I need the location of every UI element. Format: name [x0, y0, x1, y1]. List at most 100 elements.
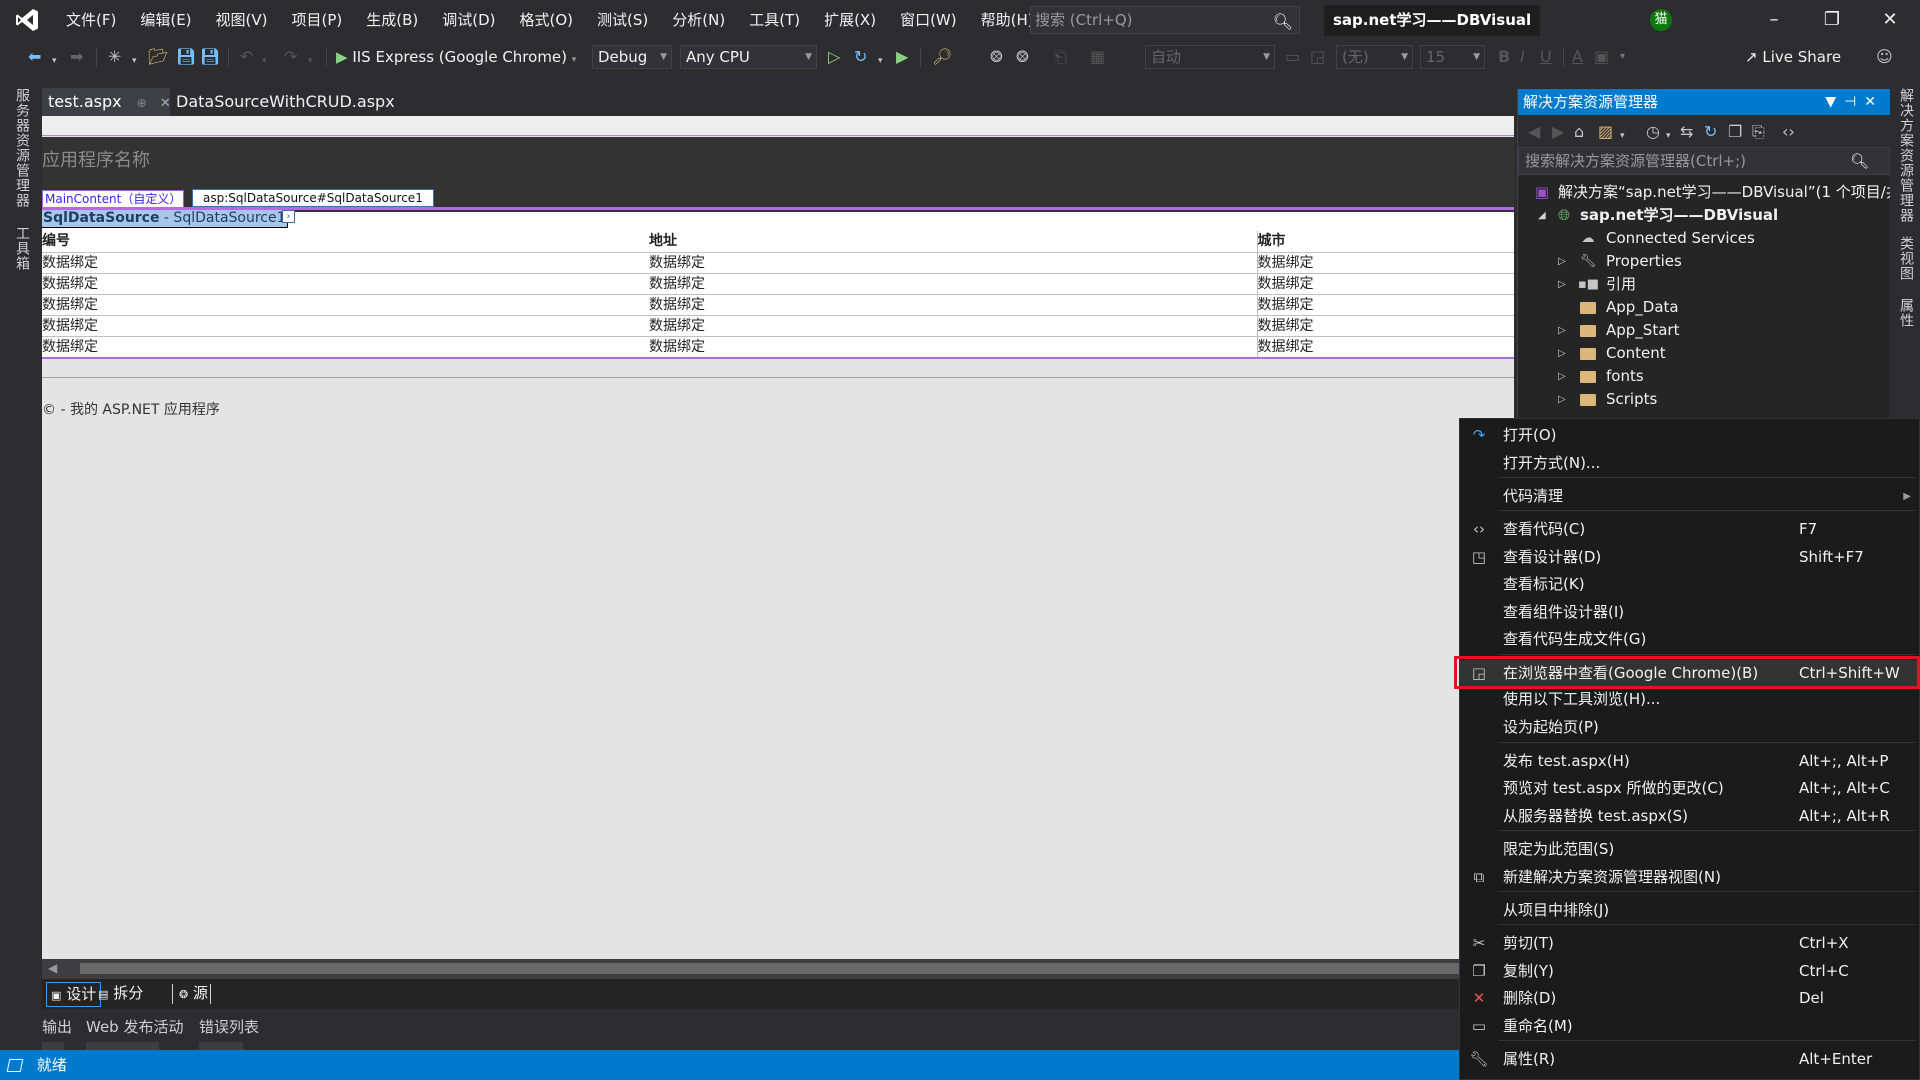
- configuration-select[interactable]: Debug ▼: [592, 45, 672, 69]
- background-color-icon[interactable]: ▣: [1594, 48, 1609, 66]
- dropdown-arrow-icon[interactable]: ▾: [1666, 127, 1671, 145]
- app-name-text[interactable]: 应用程序名称: [42, 146, 150, 172]
- open-file-icon[interactable]: 📂︎: [148, 48, 168, 66]
- redo-icon[interactable]: ↷: [284, 48, 297, 66]
- context-menu-item[interactable]: 从项目中排除(J): [1460, 897, 1919, 924]
- view-code-icon[interactable]: ‹›: [1782, 123, 1795, 141]
- comment-icon[interactable]: ⎗: [1054, 48, 1067, 66]
- find-in-files-icon[interactable]: 🔎︎: [932, 48, 952, 66]
- menu-analyze[interactable]: 分析(N): [660, 0, 737, 40]
- menu-window[interactable]: 窗口(W): [888, 0, 969, 40]
- context-menu-item[interactable]: ✕ 删除(D) Del: [1460, 985, 1919, 1012]
- context-menu-item[interactable]: ✂ 剪切(T) Ctrl+X: [1460, 930, 1919, 957]
- restore-button[interactable]: ❐: [1803, 0, 1861, 40]
- menu-file[interactable]: 文件(F): [54, 0, 128, 40]
- close-button[interactable]: ✕: [1861, 0, 1919, 40]
- back-icon[interactable]: ◀: [1528, 123, 1540, 141]
- underline-button[interactable]: U: [1540, 48, 1552, 66]
- sqldatasource-tag[interactable]: asp:SqlDataSource#SqlDataSource1: [192, 189, 434, 207]
- web-publish-activity-tab[interactable]: Web 发布活动: [86, 1016, 183, 1037]
- horizontal-scrollbar[interactable]: ◀: [42, 959, 1514, 979]
- menu-extensions[interactable]: 扩展(X): [812, 0, 888, 40]
- solution-explorer-search-input[interactable]: 搜索解决方案资源管理器(Ctrl+;) 🔍︎: [1518, 147, 1890, 175]
- start-debugging-button[interactable]: ▶ IIS Express (Google Chrome) ▾: [336, 45, 576, 69]
- user-avatar[interactable]: 猫: [1650, 9, 1672, 31]
- pin-icon[interactable]: ⊕: [137, 96, 147, 110]
- context-menu-item[interactable]: 使用以下工具浏览(H)...: [1460, 686, 1919, 713]
- new-project-icon[interactable]: ✳: [108, 48, 121, 66]
- close-panel-icon[interactable]: ✕: [1864, 94, 1884, 110]
- position-icon[interactable]: ◲: [1310, 48, 1325, 66]
- smart-tag-chevron-icon[interactable]: ›: [282, 210, 295, 223]
- forward-icon[interactable]: ▶: [1552, 123, 1564, 141]
- sync-icon[interactable]: ⇆: [1680, 123, 1693, 141]
- expand-arrow-icon[interactable]: ▷: [1558, 273, 1570, 296]
- footer-text[interactable]: © - 我的 ASP.NET 应用程序: [42, 399, 220, 419]
- minimize-button[interactable]: –: [1745, 0, 1803, 40]
- context-menu-item[interactable]: 查看代码生成文件(G): [1460, 626, 1919, 653]
- split-view-button[interactable]: ▤ 拆分: [94, 982, 147, 1007]
- undo-icon[interactable]: ↶: [240, 48, 253, 66]
- sqldatasource-control[interactable]: SqlDataSource - SqlDataSource1: [42, 210, 288, 228]
- context-menu-item[interactable]: 设为起始页(P): [1460, 714, 1919, 741]
- breakpoint-icon[interactable]: ⨷: [990, 48, 1003, 66]
- dropdown-arrow-icon[interactable]: ▾: [878, 52, 883, 70]
- navigate-forward-icon[interactable]: ➡: [70, 48, 83, 66]
- navigate-back-icon[interactable]: ⬅: [28, 48, 41, 66]
- tab-test-aspx[interactable]: test.aspx ⊕ ✕: [42, 88, 171, 116]
- foreground-color-icon[interactable]: A: [1572, 48, 1583, 66]
- menu-view[interactable]: 视图(V): [204, 0, 280, 40]
- context-menu-item[interactable]: ⧉ 新建解决方案资源管理器视图(N): [1460, 864, 1919, 891]
- dropdown-arrow-icon[interactable]: ▾: [262, 52, 267, 70]
- start-without-debugging-icon[interactable]: ▷: [828, 48, 840, 66]
- quick-launch-search-input[interactable]: 搜索 (Ctrl+Q) 🔍︎: [1030, 6, 1300, 34]
- save-icon[interactable]: 💾︎: [176, 48, 196, 66]
- properties-rail-tab[interactable]: 属性: [1896, 298, 1916, 328]
- source-view-button[interactable]: ❂ 源: [175, 982, 212, 1007]
- class-view-rail-tab[interactable]: 类视图: [1896, 236, 1916, 281]
- menu-edit[interactable]: 编辑(E): [128, 0, 203, 40]
- server-explorer-tab[interactable]: 服务器资源管理器: [12, 88, 32, 208]
- scrollbar-thumb[interactable]: [80, 963, 1510, 974]
- context-menu-item[interactable]: ❐ 复制(Y) Ctrl+C: [1460, 958, 1919, 985]
- run-icon[interactable]: ▶: [896, 48, 908, 66]
- expand-arrow-icon[interactable]: ▷: [1558, 388, 1570, 411]
- context-menu-item[interactable]: 预览对 test.aspx 所做的更改(C) Alt+;, Alt+C: [1460, 775, 1919, 802]
- context-menu-item[interactable]: 🔧︎ 属性(R) Alt+Enter: [1460, 1046, 1919, 1073]
- font-size-select[interactable]: 15 ▼: [1420, 45, 1485, 69]
- switch-views-icon[interactable]: ▨: [1598, 123, 1613, 141]
- dropdown-arrow-icon[interactable]: ▾: [1620, 127, 1625, 145]
- show-all-files-icon[interactable]: ⎘: [1752, 123, 1765, 141]
- expand-arrow-icon[interactable]: ▷: [1558, 319, 1570, 342]
- text-box-icon[interactable]: ▭: [1285, 48, 1300, 66]
- menu-build[interactable]: 生成(B): [354, 0, 430, 40]
- dropdown-arrow-icon[interactable]: ▾: [308, 52, 313, 70]
- refresh-icon[interactable]: ↻: [1704, 123, 1717, 141]
- expand-arrow-icon[interactable]: ▷: [1558, 342, 1570, 365]
- context-menu-item[interactable]: ‹› 查看代码(C) F7: [1460, 516, 1919, 543]
- error-list-tab[interactable]: 错误列表: [199, 1016, 259, 1037]
- menu-test[interactable]: 测试(S): [585, 0, 660, 40]
- panel-menu-icon[interactable]: ▼: [1825, 94, 1844, 110]
- menu-debug[interactable]: 调试(D): [430, 0, 507, 40]
- live-share-button[interactable]: ↗ Live Share: [1745, 46, 1841, 68]
- context-menu-item[interactable]: 发布 test.aspx(H) Alt+;, Alt+P: [1460, 748, 1919, 775]
- font-name-select[interactable]: (无) ▼: [1336, 45, 1413, 69]
- context-menu-item[interactable]: ▭ 重命名(M): [1460, 1013, 1919, 1040]
- toolbox-tab[interactable]: 工具箱: [12, 226, 32, 271]
- toolbar-overflow-icon[interactable]: ▾: [1620, 48, 1625, 66]
- block-format-select[interactable]: 自动 ▼: [1145, 45, 1275, 69]
- table-icon[interactable]: ▦: [1090, 48, 1105, 66]
- step-icon[interactable]: ⨷: [1016, 48, 1029, 66]
- platform-select[interactable]: Any CPU ▼: [680, 45, 817, 69]
- menu-tools[interactable]: 工具(T): [737, 0, 812, 40]
- refresh-browser-icon[interactable]: ↻: [854, 48, 867, 66]
- context-menu-item[interactable]: 限定为此范围(S): [1460, 836, 1919, 863]
- menu-format[interactable]: 格式(O): [508, 0, 586, 40]
- menu-project[interactable]: 项目(P): [280, 0, 355, 40]
- scroll-left-icon[interactable]: ◀: [48, 961, 57, 975]
- expand-arrow-icon[interactable]: ▷: [1558, 250, 1570, 273]
- context-menu-item[interactable]: ◲ 在浏览器中查看(Google Chrome)(B) Ctrl+Shift+W: [1460, 660, 1919, 687]
- gridview[interactable]: 编号 地址 城市 数据绑定 数据绑定 数据绑定 数据绑定 数据绑定 数据绑定 数据绑定 数据绑…: [42, 231, 1514, 358]
- context-menu-item[interactable]: 从服务器替换 test.aspx(S) Alt+;, Alt+R: [1460, 803, 1919, 830]
